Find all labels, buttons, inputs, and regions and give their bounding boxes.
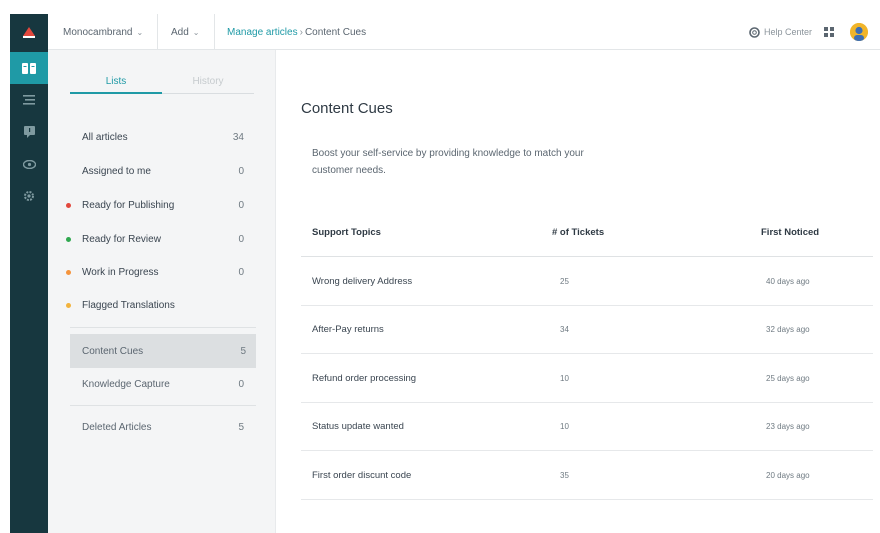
table-row[interactable]: Wrong delivery Address 25 40 days ago [301, 257, 873, 306]
topic-cell: Status update wanted [312, 421, 404, 433]
list-item-label: Knowledge Capture [82, 378, 170, 390]
tickets-cell: 10 [560, 373, 569, 383]
list-item-count: 0 [238, 165, 244, 177]
nav-articles-icon[interactable] [10, 52, 48, 84]
page-description: Boost your self-service by providing kno… [312, 148, 584, 176]
main-content: Content Cues Boost your self-service by … [276, 50, 880, 533]
active-tab-indicator [70, 92, 162, 94]
list-item-count: 0 [238, 378, 244, 390]
list-item-assigned-to-me[interactable]: Assigned to me 0 [70, 154, 254, 188]
list-item-flagged-translations[interactable]: Flagged Translations [66, 288, 254, 322]
list-item-count: 0 [238, 233, 244, 245]
noticed-cell: 20 days ago [766, 470, 810, 480]
list-item-content-cues[interactable]: Content Cues 5 [70, 334, 256, 368]
list-item-ready-for-publishing[interactable]: Ready for Publishing 0 [66, 188, 254, 222]
list-item-label: Flagged Translations [82, 299, 175, 311]
nav-view-icon[interactable] [10, 148, 48, 180]
list-item-count: 0 [238, 266, 244, 278]
add-menu[interactable]: Add ⌄ [171, 14, 200, 50]
list-item-label: Ready for Publishing [82, 199, 175, 211]
brand-label: Monocambrand [63, 26, 133, 38]
topic-cell: Wrong delivery Address [312, 275, 413, 287]
add-label: Add [171, 26, 189, 38]
product-tray-icon[interactable] [824, 27, 834, 37]
icon-rail [10, 14, 48, 533]
list-item-label: Deleted Articles [82, 421, 152, 433]
nav-arrange-icon[interactable] [10, 84, 48, 116]
status-dot [66, 269, 71, 275]
tickets-cell: 35 [560, 470, 569, 480]
divider [70, 327, 256, 328]
list-tabs: Lists History [70, 76, 254, 94]
top-bar: Monocambrand ⌄ Add ⌄ Manage articles › C… [48, 14, 880, 50]
support-topics-table: Support Topics # of Tickets First Notice… [301, 208, 873, 500]
status-dot [66, 236, 71, 242]
breadcrumb: Manage articles › Content Cues [227, 14, 366, 50]
chevron-down-icon: ⌄ [192, 27, 200, 37]
list-item-ready-for-review[interactable]: Ready for Review 0 [66, 222, 254, 256]
list-item-count: 34 [232, 131, 244, 143]
user-avatar[interactable] [850, 23, 868, 41]
nav-settings-icon[interactable] [10, 180, 48, 212]
guide-logo-icon[interactable] [10, 14, 48, 50]
table-row[interactable]: First order discunt code 35 20 days ago [301, 451, 873, 500]
table-header: Support Topics # of Tickets First Notice… [301, 208, 873, 257]
list-item-label: All articles [82, 131, 128, 143]
list-item-label: Content Cues [82, 345, 144, 357]
list-item-all-articles[interactable]: All articles 34 [70, 120, 254, 154]
tickets-cell: 10 [560, 422, 569, 432]
tickets-cell: 34 [560, 325, 569, 335]
breadcrumb-separator: › [299, 26, 303, 38]
noticed-cell: 40 days ago [766, 276, 810, 286]
noticed-cell: 23 days ago [766, 422, 810, 432]
lifebuoy-icon [749, 26, 760, 38]
table-row[interactable]: After-Pay returns 34 32 days ago [301, 306, 873, 355]
table-row[interactable]: Status update wanted 10 23 days ago [301, 403, 873, 452]
brand-switcher[interactable]: Monocambrand ⌄ [63, 14, 143, 50]
column-header-first-noticed[interactable]: First Noticed [761, 208, 819, 257]
help-center-label: Help Center [764, 27, 813, 37]
divider [214, 14, 215, 50]
list-item-count: 5 [238, 421, 244, 433]
status-dot [66, 302, 71, 308]
list-item-deleted-articles[interactable]: Deleted Articles 5 [70, 410, 254, 444]
column-header-tickets[interactable]: # of Tickets [552, 208, 604, 257]
tab-history[interactable]: History [162, 76, 254, 87]
lists-panel: Lists History All articles 34 Assigned t… [48, 50, 276, 533]
noticed-cell: 25 days ago [766, 373, 810, 383]
breadcrumb-manage-articles[interactable]: Manage articles [227, 27, 298, 38]
noticed-cell: 32 days ago [766, 325, 810, 335]
topic-cell: Refund order processing [312, 372, 417, 384]
list-item-count: 0 [238, 199, 244, 211]
list-item-count: 5 [240, 345, 246, 357]
table-row[interactable]: Refund order processing 10 25 days ago [301, 354, 873, 403]
breadcrumb-current: Content Cues [304, 26, 367, 38]
list-item-knowledge-capture[interactable]: Knowledge Capture 0 [70, 367, 254, 401]
page-title: Content Cues [301, 100, 393, 117]
list-item-label: Assigned to me [82, 165, 151, 177]
topic-cell: First order discunt code [312, 469, 412, 481]
nav-comments-icon[interactable] [10, 116, 48, 148]
list-item-label: Ready for Review [82, 233, 161, 245]
help-center-link[interactable]: Help Center [749, 14, 812, 50]
topic-cell: After-Pay returns [312, 324, 384, 336]
list-item-label: Work in Progress [82, 266, 159, 278]
chevron-down-icon: ⌄ [136, 27, 144, 37]
status-dot [66, 202, 71, 208]
list-item-work-in-progress[interactable]: Work in Progress 0 [66, 255, 254, 289]
divider [157, 14, 158, 50]
tab-lists[interactable]: Lists [70, 76, 162, 87]
divider [70, 405, 256, 406]
app-window: Monocambrand ⌄ Add ⌄ Manage articles › C… [10, 14, 880, 533]
column-header-support-topics[interactable]: Support Topics [312, 208, 381, 257]
tickets-cell: 25 [560, 276, 569, 286]
